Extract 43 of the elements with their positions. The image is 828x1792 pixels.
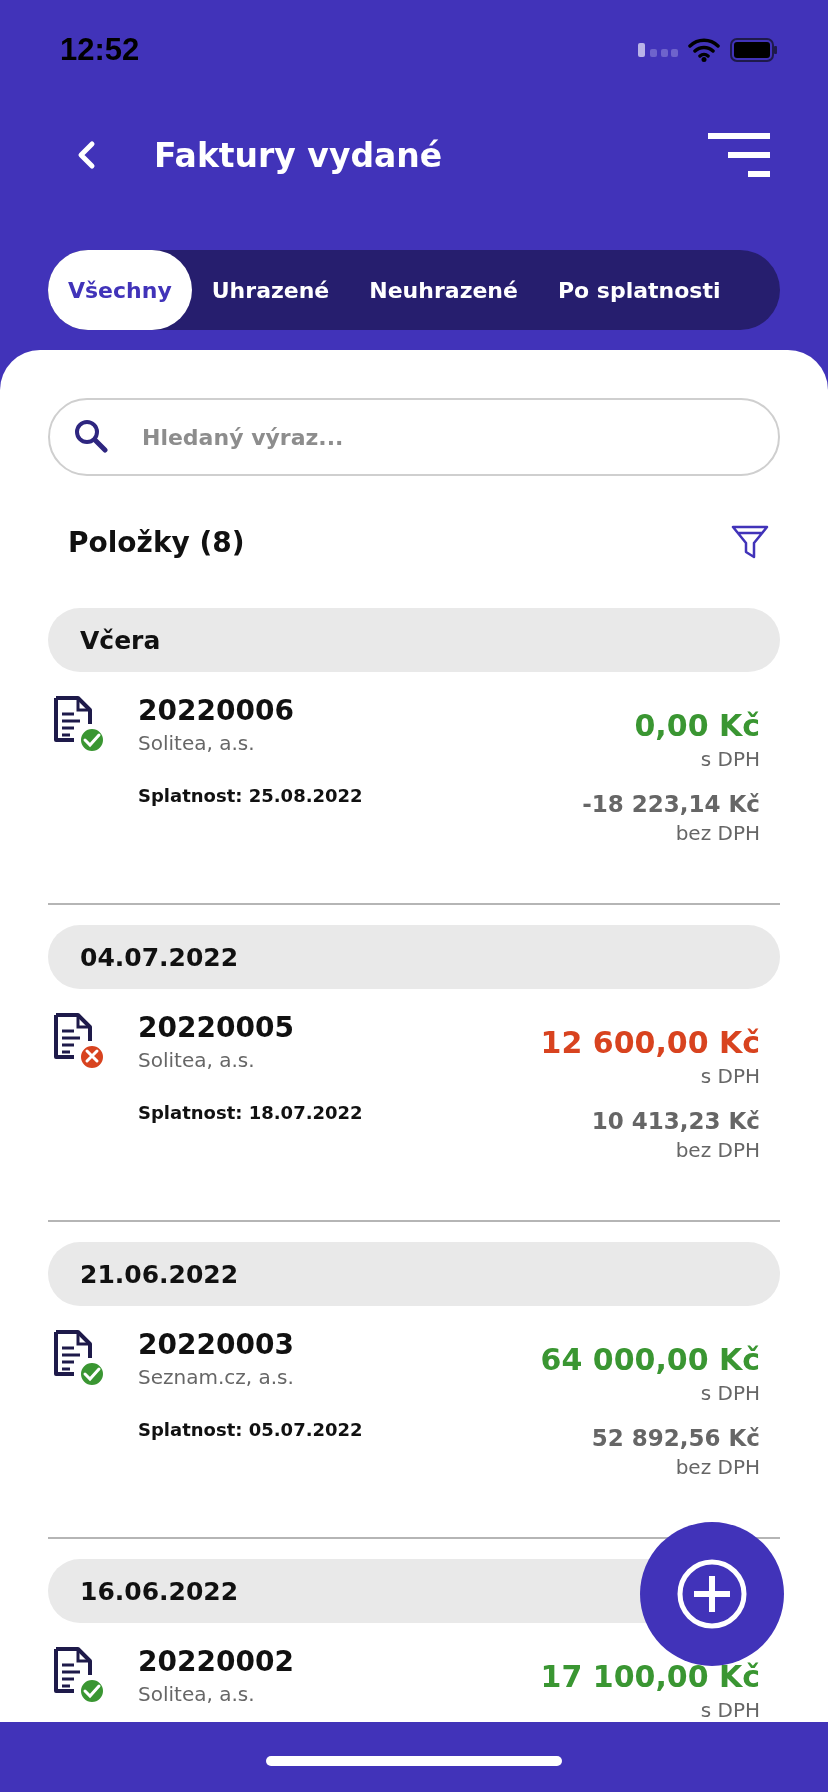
company-name: Seznam.cz, a.s.: [138, 1365, 295, 1389]
gross-amount: 12 600,00 Kč: [540, 1025, 760, 1060]
menu-button[interactable]: [708, 133, 770, 177]
vat-note: s DPH: [700, 1381, 760, 1405]
company-name: Solitea, a.s.: [138, 731, 256, 755]
gross-amount: 0,00 Kč: [634, 708, 760, 743]
company-name: Solitea, a.s.: [138, 1682, 256, 1706]
invoice-number: 20220005: [138, 1011, 295, 1044]
vat-note: s DPH: [700, 1698, 760, 1722]
status-time: 12:52: [60, 32, 140, 68]
search-icon: [74, 419, 108, 453]
battery-icon: [730, 38, 778, 62]
date-header: 21.06.2022: [48, 1242, 780, 1306]
vat-note: s DPH: [700, 1064, 760, 1088]
filter-tab[interactable]: Uhrazené: [191, 250, 350, 330]
invoice-number: 20220002: [138, 1645, 295, 1678]
due-date: Splatnost: 18.07.2022: [138, 1102, 364, 1123]
due-date: Splatnost: 05.07.2022: [138, 1419, 364, 1440]
invoice-number: 20220003: [138, 1328, 295, 1361]
vat-note: bez DPH: [675, 1138, 760, 1162]
menu-icon: [708, 133, 770, 177]
filter-tab[interactable]: Neuhrazené: [349, 250, 538, 330]
filter-tab[interactable]: Všechny: [48, 250, 192, 330]
net-amount: 52 892,56 Kč: [591, 1425, 760, 1451]
date-header: Včera: [48, 608, 780, 672]
due-date: Splatnost: 25.08.2022: [138, 785, 364, 806]
vat-note: bez DPH: [675, 1455, 760, 1479]
vat-note: bez DPH: [675, 821, 760, 845]
company-name: Solitea, a.s.: [138, 1048, 256, 1072]
plus-icon: [676, 1558, 748, 1630]
vat-note: s DPH: [700, 747, 760, 771]
list-title: Položky (8): [68, 525, 245, 559]
page-title: Faktury vydané: [154, 135, 444, 175]
filter-tab[interactable]: Po splatnosti: [537, 250, 741, 330]
date-header: 04.07.2022: [48, 925, 780, 989]
signal-icon: [638, 43, 678, 57]
net-amount: -18 223,14 Kč: [582, 791, 760, 817]
invoice-number: 20220006: [138, 694, 295, 727]
gross-amount: 64 000,00 Kč: [540, 1342, 760, 1377]
net-amount: 10 413,23 Kč: [591, 1108, 760, 1134]
gross-amount: 17 100,00 Kč: [540, 1659, 760, 1694]
search-field[interactable]: Hledaný výraz...: [48, 398, 780, 476]
wifi-icon: [688, 38, 720, 62]
